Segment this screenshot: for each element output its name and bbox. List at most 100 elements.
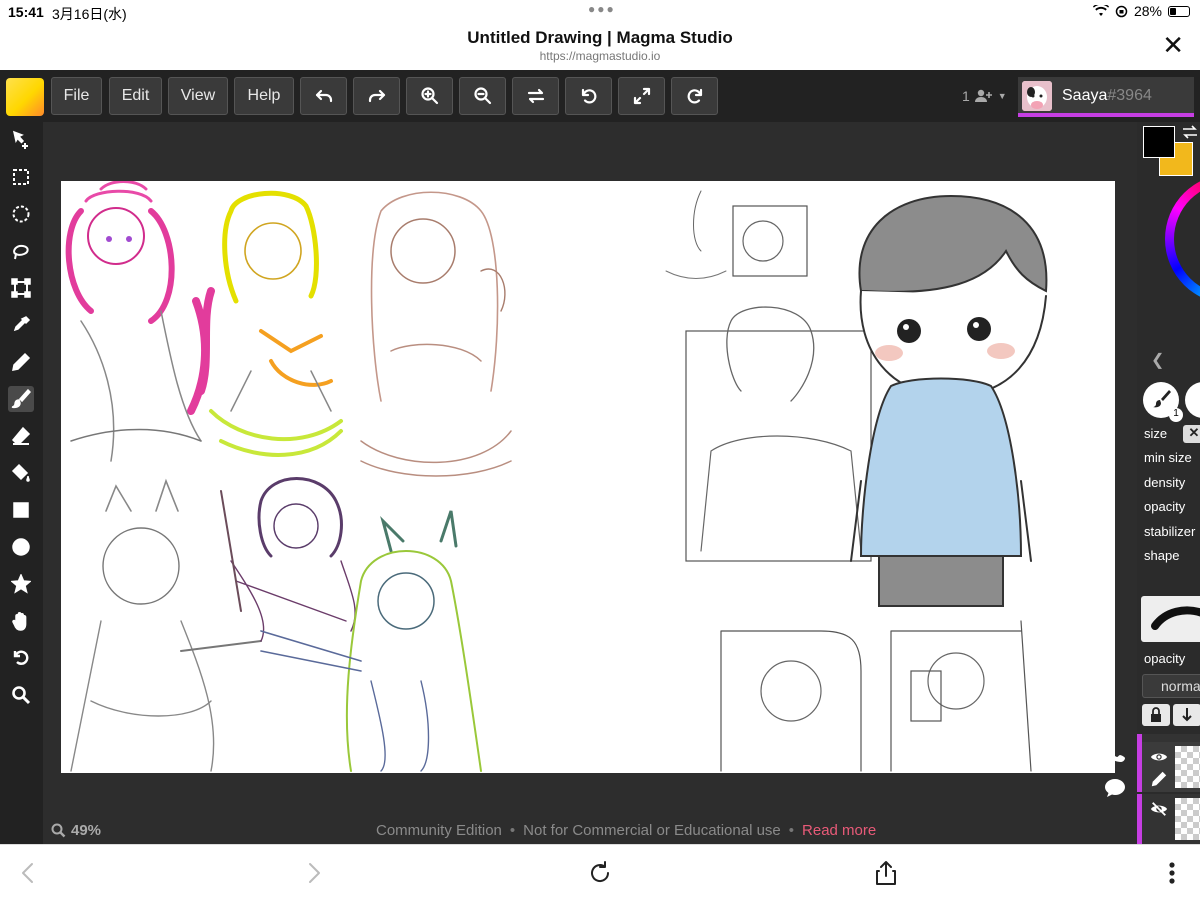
back-button[interactable] — [14, 859, 42, 887]
eye-icon[interactable] — [1150, 748, 1168, 766]
chat-icon[interactable] — [1103, 776, 1127, 800]
redo-button[interactable] — [353, 77, 400, 115]
drawing-canvas[interactable] — [61, 181, 1115, 773]
chevron-right-icon — [309, 863, 320, 883]
min-size-label: min size — [1144, 450, 1192, 465]
share-icon — [876, 861, 896, 885]
chevron-left-icon — [22, 863, 33, 883]
shape-label: shape — [1144, 548, 1180, 563]
green-character-sketch — [260, 510, 482, 772]
rotate-left-button[interactable] — [565, 77, 612, 115]
rect-select-tool[interactable] — [8, 164, 34, 190]
pencil-icon — [12, 352, 31, 371]
edit-menu-button[interactable]: Edit — [109, 77, 162, 115]
multitask-dots[interactable]: ●●● — [588, 2, 616, 16]
merge-down-button[interactable] — [1173, 704, 1200, 726]
layer-thumbnail — [1175, 798, 1200, 840]
transform-tool[interactable] — [8, 275, 34, 301]
rectangle-icon — [13, 502, 29, 518]
star-tool[interactable] — [8, 571, 34, 597]
hand-tool[interactable] — [8, 608, 34, 634]
battery-percent: 28% — [1133, 3, 1162, 19]
status-right: 28% — [1092, 3, 1190, 19]
density-label: density — [1144, 475, 1186, 490]
fullscreen-icon — [633, 87, 650, 105]
reload-icon — [591, 861, 610, 882]
brush-preset-2-button[interactable] — [1185, 382, 1200, 418]
swap-colors-icon[interactable] — [1181, 124, 1199, 140]
color-wheel-center — [1174, 183, 1200, 295]
brush-preset-button[interactable]: 1 — [1143, 382, 1183, 422]
username: Saaya#3964 — [1062, 87, 1152, 105]
layer-item-active[interactable] — [1137, 742, 1200, 792]
size-label: size — [1144, 426, 1168, 441]
status-time: 15:41 — [8, 4, 44, 20]
footer-separator: • — [509, 822, 516, 839]
app-toolbar: File Edit View Help 1 ▼ Saaya#3964 — [0, 70, 1200, 122]
ellipse-select-icon — [12, 205, 30, 223]
circle-tool[interactable] — [8, 534, 34, 560]
add-user-icon — [974, 89, 992, 102]
file-menu-button[interactable]: File — [51, 77, 102, 115]
rect-select-icon — [13, 169, 29, 185]
rotate-view-tool[interactable] — [8, 645, 34, 671]
rotate-right-button[interactable] — [671, 77, 718, 115]
layer-opacity-label: opacity — [1144, 651, 1186, 666]
undo-button[interactable] — [300, 77, 347, 115]
help-menu-button[interactable]: Help — [234, 77, 294, 115]
view-menu-button[interactable]: View — [168, 77, 228, 115]
user-count: 1 — [962, 88, 970, 104]
more-button[interactable] — [1158, 859, 1186, 887]
fullscreen-button[interactable] — [618, 77, 665, 115]
zoom-indicator-icon — [51, 823, 66, 838]
move-tool[interactable] — [8, 127, 34, 153]
brush-tool[interactable] — [8, 386, 34, 412]
zoom-tool[interactable] — [8, 682, 34, 708]
zoom-in-icon — [420, 87, 438, 105]
lasso-tool[interactable] — [8, 238, 34, 264]
brown-character-sketch — [360, 191, 512, 477]
rectangle-tool[interactable] — [8, 497, 34, 523]
zoom-level[interactable]: 49% — [51, 822, 101, 839]
color-wheel[interactable] — [1165, 174, 1200, 304]
eraser-tool[interactable] — [8, 423, 34, 449]
ellipse-select-tool[interactable] — [8, 201, 34, 227]
forward-button[interactable] — [300, 859, 328, 887]
chevron-down-icon: ▼ — [997, 91, 1007, 101]
user-profile[interactable]: Saaya#3964 — [1018, 77, 1194, 117]
close-icon[interactable]: ✕ — [1162, 32, 1184, 58]
zoom-out-button[interactable] — [459, 77, 506, 115]
online-users[interactable]: 1 ▼ — [962, 88, 1007, 104]
voice-call-icon[interactable] — [1103, 740, 1127, 764]
zoom-in-button[interactable] — [406, 77, 453, 115]
eye-off-icon[interactable] — [1150, 800, 1168, 818]
reload-button[interactable] — [586, 859, 614, 887]
brush-stroke-preview — [1151, 606, 1200, 630]
move-icon — [12, 130, 28, 149]
status-date: 3月16日(水) — [52, 6, 127, 22]
lock-layer-button[interactable] — [1142, 704, 1170, 726]
star-icon — [11, 574, 31, 594]
brush-shape-preview[interactable] — [1141, 596, 1200, 642]
chevron-left-icon[interactable]: ❮ — [1151, 350, 1164, 370]
blend-mode-select[interactable]: norma — [1142, 674, 1200, 698]
merge-down-icon — [1182, 708, 1192, 722]
pencil-tool[interactable] — [8, 349, 34, 375]
cow-avatar-icon — [1022, 81, 1052, 111]
eyedropper-tool[interactable] — [8, 312, 34, 338]
read-more-link[interactable]: Read more — [802, 822, 876, 839]
fill-tool[interactable] — [8, 460, 34, 486]
magma-logo[interactable] — [6, 78, 44, 116]
transform-icon — [11, 278, 31, 298]
primary-color-swatch[interactable] — [1143, 126, 1175, 158]
purple-boy-sketch — [220, 477, 356, 642]
ios-status-bar: 15:41 3月16日(水) ●●● 28% — [0, 0, 1200, 24]
flip-button[interactable] — [512, 77, 559, 115]
size-reset-button[interactable]: ✕ — [1183, 425, 1200, 443]
rotate-view-icon — [13, 650, 29, 665]
username-tag: #3964 — [1107, 87, 1152, 104]
share-button[interactable] — [872, 859, 900, 887]
page-url[interactable]: https://magmastudio.io — [0, 49, 1200, 63]
layer-item-hidden[interactable] — [1137, 794, 1200, 844]
username-name: Saaya — [1062, 87, 1108, 104]
